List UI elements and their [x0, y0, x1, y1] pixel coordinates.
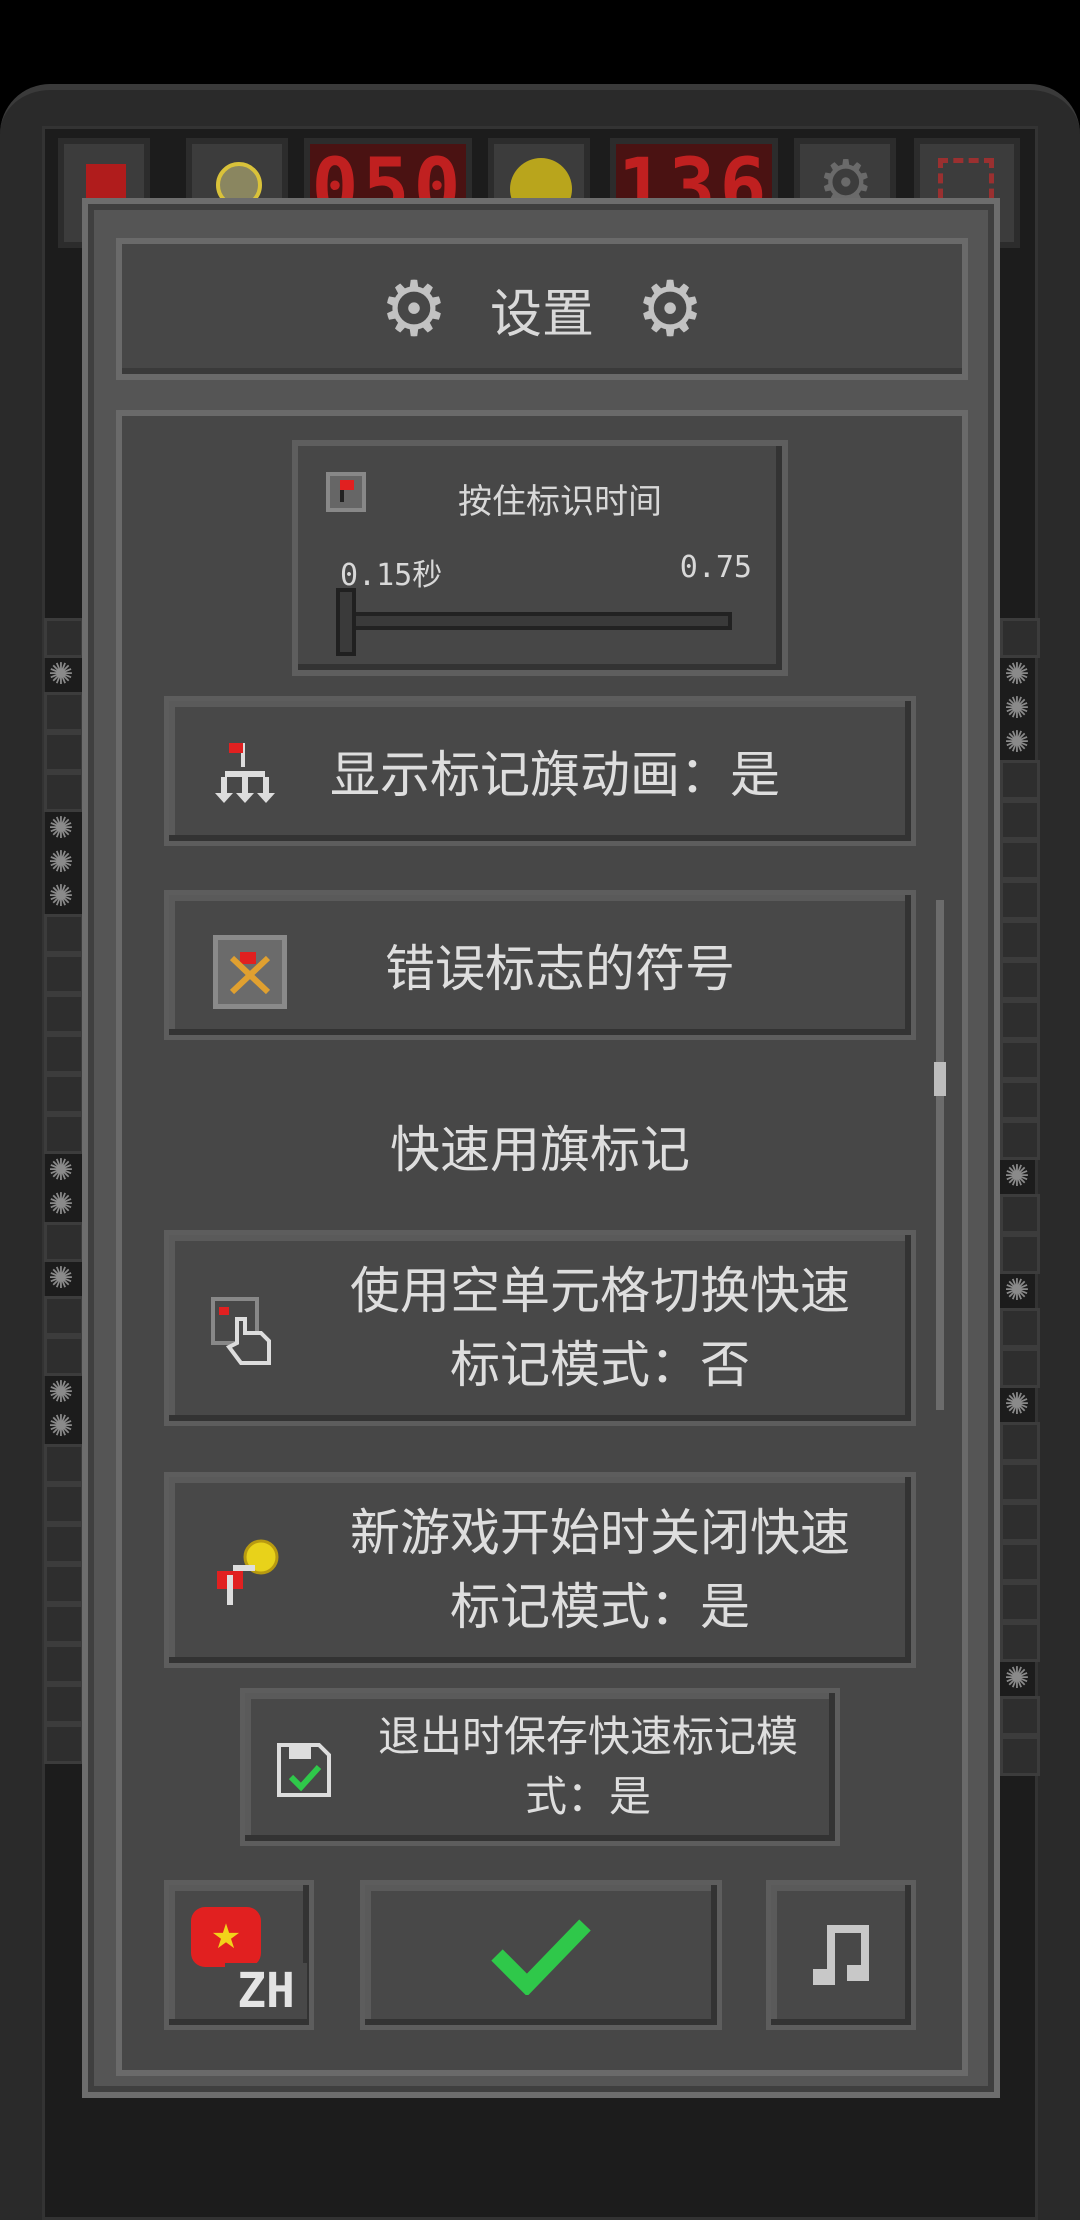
- settings-scrollbar[interactable]: [936, 900, 944, 1410]
- language-code: ZH: [225, 1963, 307, 2019]
- settings-title: 设置: [489, 284, 594, 345]
- wrong-flag-icon: [213, 935, 287, 1009]
- china-flag-icon: ★: [191, 1907, 261, 1967]
- settings-header: ⚙ 设置 ⚙: [116, 238, 968, 380]
- save-on-exit-line1: 退出时保存快速标记模: [377, 1712, 798, 1761]
- empty-cell-toggle-button[interactable]: 使用空单元格切换快速 标记模式：否: [164, 1230, 916, 1426]
- save-on-exit-line2: 式：是: [524, 1772, 651, 1821]
- confirm-button[interactable]: [360, 1880, 722, 2030]
- music-note-icon: [813, 1925, 869, 1985]
- coin-flag-icon: [211, 1537, 281, 1607]
- left-side-cells: ✺ ✺ ✺ ✺ ✺ ✺ ✺ ✺ ✺: [44, 618, 84, 1764]
- save-check-icon: [275, 1741, 333, 1799]
- quick-flag-heading: 快速用旗标记: [390, 1121, 690, 1179]
- save-on-exit-button[interactable]: 退出时保存快速标记模 式：是: [240, 1688, 840, 1846]
- music-button[interactable]: [766, 1880, 916, 2030]
- right-side-cells: ✺ ✺ ✺ ✺ ✺ ✺ ✺: [1000, 618, 1040, 1776]
- slider-max-label: 0.75: [679, 550, 752, 585]
- show-flag-animation-label: 显示标记旗动画：是: [330, 746, 780, 804]
- hold-flag-slider-knob[interactable]: [336, 588, 356, 656]
- empty-cell-toggle-line1: 使用空单元格切换快速: [350, 1262, 850, 1320]
- hold-flag-slider-track[interactable]: [340, 612, 732, 630]
- checkmark-icon: [491, 1919, 591, 1995]
- gear-icon: ⚙: [379, 264, 448, 353]
- settings-scrollbar-thumb[interactable]: [934, 1062, 946, 1096]
- language-button[interactable]: ★ ZH: [164, 1880, 314, 2030]
- tap-hand-icon: [211, 1297, 277, 1367]
- show-flag-animation-button[interactable]: 显示标记旗动画：是: [164, 696, 916, 846]
- new-game-close-line2: 标记模式：是: [450, 1578, 750, 1636]
- wrong-flag-symbol-label: 错误标志的符号: [385, 940, 735, 998]
- flag-tree-icon: [215, 741, 275, 807]
- empty-cell-toggle-line2: 标记模式：否: [450, 1336, 750, 1394]
- wrong-flag-symbol-button[interactable]: 错误标志的符号: [164, 890, 916, 1040]
- new-game-close-quick-mode-button[interactable]: 新游戏开始时关闭快速 标记模式：是: [164, 1472, 916, 1668]
- gear-icon: ⚙: [636, 264, 705, 353]
- hold-flag-time-label: 按住标识时间: [458, 482, 662, 522]
- hold-flag-time-box: 按住标识时间 0.15秒 0.75: [292, 440, 788, 676]
- new-game-close-line1: 新游戏开始时关闭快速: [350, 1504, 850, 1562]
